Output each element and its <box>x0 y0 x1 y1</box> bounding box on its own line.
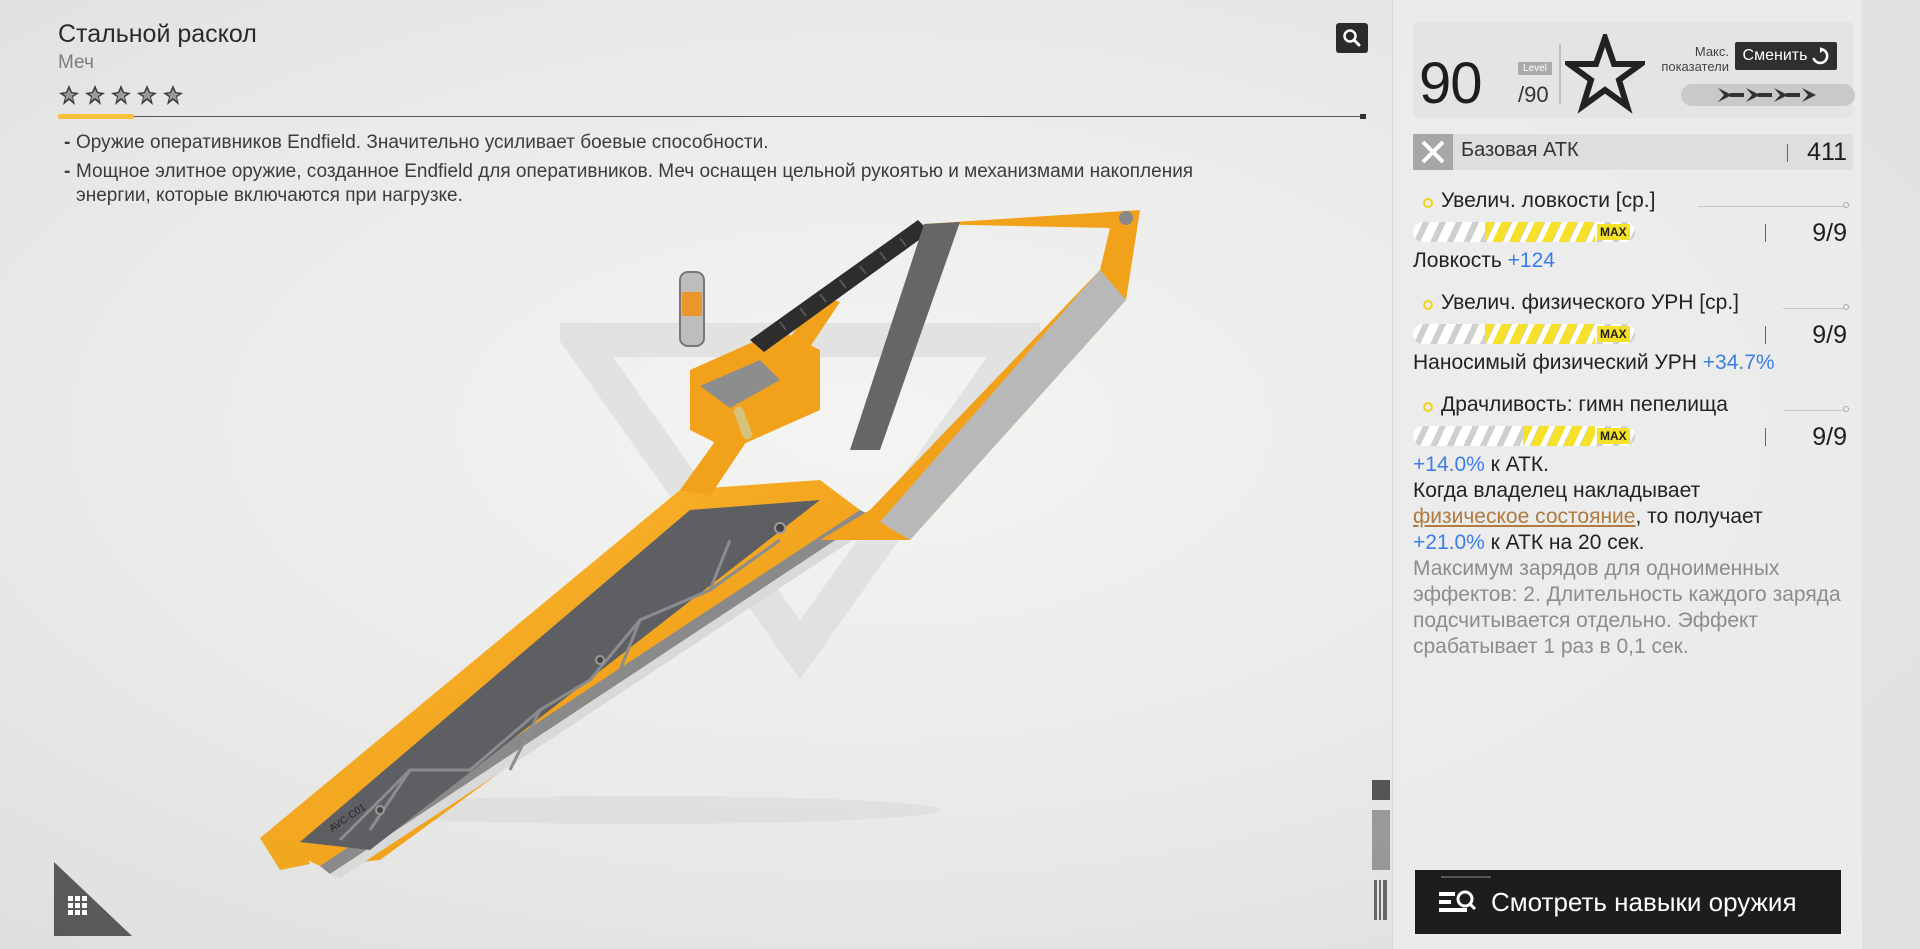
stat-line <box>1698 206 1843 207</box>
rarity-star-icon <box>137 85 157 105</box>
weapon-description: - Оружие оперативников Endfield. Значител… <box>64 131 1264 213</box>
skills-icon <box>1439 890 1477 912</box>
base-atk-row: Базовая АТК 411 <box>1413 134 1853 170</box>
description-line: - Оружие оперативников Endfield. Значител… <box>64 132 769 153</box>
rarity-star-icon <box>85 85 105 105</box>
level-separator <box>1559 44 1561 104</box>
rarity-stars <box>58 84 184 106</box>
level-max: /90 <box>1518 82 1549 107</box>
physical-state-link[interactable]: физическое состояние <box>1413 505 1635 528</box>
weapon-name: Стальной раскол <box>58 20 257 48</box>
title-divider <box>58 116 1366 117</box>
rarity-star-icon <box>163 85 183 105</box>
rarity-star-icon <box>59 85 79 105</box>
level-current: 90 <box>1419 51 1483 116</box>
stat-name: Драчливость: гимн пепелища <box>1441 393 1728 416</box>
menu-corner-button[interactable] <box>52 856 134 938</box>
promotion-chevrons-icon <box>1718 88 1816 102</box>
title-divider-accent <box>58 114 134 119</box>
stat-dot-icon <box>1423 300 1433 310</box>
search-icon <box>1343 29 1361 47</box>
stat-agility[interactable]: Увелич. ловкости [ср.] MAX 9/9 Ловкость … <box>1413 188 1853 274</box>
stat-effect: Ловкость +124 <box>1413 249 1555 272</box>
weapon-view: Стальной раскол Меч - Оружие оперативнико… <box>0 0 1392 949</box>
level-box: 90 Level /90 Макс. показатели Сменить <box>1413 22 1855 118</box>
base-atk-value: 411 <box>1807 138 1847 166</box>
rank-star-icon <box>1565 34 1645 114</box>
stat-dot-icon <box>1423 198 1433 208</box>
stat-physical-dmg[interactable]: Увелич. физического УРН [ср.] MAX 9/9 На… <box>1413 290 1853 376</box>
rarity-star-icon <box>111 85 131 105</box>
panel-edge-strip <box>1862 0 1920 949</box>
max-badge: MAX <box>1597 326 1630 342</box>
stat-note: Максимум зарядов для одноименных эффекто… <box>1413 557 1841 658</box>
promotion-indicator <box>1681 84 1855 106</box>
title-divider-end <box>1360 114 1366 119</box>
sword-icon <box>1413 134 1453 170</box>
swap-icon <box>1812 47 1829 65</box>
stat-line <box>1783 308 1843 309</box>
swap-label: Сменить <box>1742 47 1808 64</box>
level-tag: Level <box>1518 62 1552 75</box>
view-weapon-skills-button[interactable]: Смотреть навыки оружия <box>1415 870 1841 934</box>
stat-effect: +14.0% к АТК. Когда владелец накладывает… <box>1413 452 1853 660</box>
weapon-type: Меч <box>58 52 94 73</box>
stat-name: Увелич. физического УРН [ср.] <box>1441 291 1739 314</box>
description-line: - Мощное элитное оружие, созданное Endfie… <box>64 161 1194 206</box>
stat-progress-bar: MAX <box>1413 222 1635 242</box>
stat-progress-bar: MAX <box>1413 426 1635 446</box>
stat-rank: 9/9 <box>1812 321 1847 349</box>
stat-rank: 9/9 <box>1812 423 1847 451</box>
skills-button-label: Смотреть навыки оружия <box>1491 886 1797 917</box>
base-atk-label: Базовая АТК <box>1461 139 1579 161</box>
stat-effect: Наносимый физический УРН +34.7% <box>1413 351 1775 374</box>
stat-rank: 9/9 <box>1812 219 1847 247</box>
weapon-render[interactable]: AVC-C01 <box>260 210 1140 890</box>
swap-button[interactable]: Сменить <box>1735 42 1837 70</box>
stat-brawl-anthem[interactable]: Драчливость: гимн пепелища MAX 9/9 +14.0… <box>1413 392 1853 660</box>
max-stats-label: Макс. показатели <box>1661 44 1729 74</box>
decorative-barcode <box>1372 780 1390 920</box>
stat-name: Увелич. ловкости [ср.] <box>1441 189 1656 212</box>
max-badge: MAX <box>1597 224 1630 240</box>
search-button[interactable] <box>1336 23 1368 53</box>
stat-line <box>1783 410 1843 411</box>
stat-progress-bar: MAX <box>1413 324 1635 344</box>
grid-menu-icon <box>68 896 87 915</box>
stats-panel: 90 Level /90 Макс. показатели Сменить Ба… <box>1392 0 1862 949</box>
max-badge: MAX <box>1597 428 1630 444</box>
stat-dot-icon <box>1423 402 1433 412</box>
base-atk-separator <box>1787 144 1788 162</box>
